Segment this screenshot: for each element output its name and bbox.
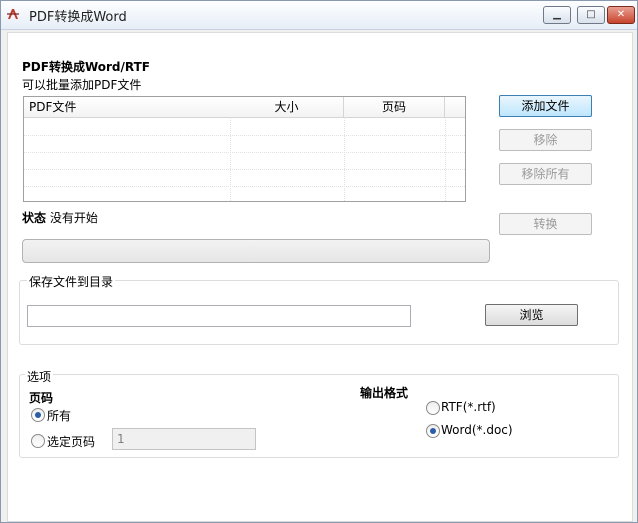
close-icon: ✕: [616, 9, 626, 20]
all-pages-radio[interactable]: [31, 408, 45, 422]
all-pages-label: 所有: [47, 409, 72, 423]
selected-pages-radio[interactable]: [31, 434, 45, 448]
pages-label: 页码: [29, 391, 54, 405]
rtf-format-radio[interactable]: [426, 401, 440, 415]
grid-line: [24, 135, 465, 136]
page-title: PDF转换成Word/RTF: [22, 60, 150, 74]
doc-format-radio[interactable]: [426, 424, 440, 438]
grid-line: [344, 117, 345, 201]
page-subtitle: 可以批量添加PDF文件: [22, 78, 142, 92]
grid-line: [24, 152, 465, 153]
column-header-pages[interactable]: 页码: [344, 97, 445, 118]
minimize-icon: ▁: [553, 9, 561, 20]
convert-button[interactable]: 转换: [499, 213, 592, 235]
radio-selected-dot: [35, 412, 41, 418]
file-list[interactable]: PDF文件 大小 页码: [23, 96, 466, 202]
save-folder-label: 保存文件到目录: [27, 273, 116, 290]
doc-format-label: Word(*.doc): [441, 423, 513, 437]
app-window: PDF转换成Word ▁ □ ✕ PDF转换成Word/RTF 可以批量添加PD…: [0, 0, 638, 523]
app-logo-icon: [7, 9, 19, 19]
status-value: 没有开始: [49, 211, 98, 225]
maximize-button[interactable]: □: [577, 6, 605, 24]
options-label: 选项: [25, 368, 54, 385]
column-header-size[interactable]: 大小: [230, 97, 344, 118]
radio-selected-dot: [430, 428, 436, 434]
add-file-button[interactable]: 添加文件: [499, 95, 592, 117]
column-header-filler: [445, 97, 465, 118]
column-header-pdf[interactable]: PDF文件: [24, 97, 231, 118]
maximize-icon: □: [586, 9, 596, 20]
save-path-field[interactable]: [27, 305, 411, 327]
remove-button[interactable]: 移除: [499, 129, 592, 151]
rtf-format-label: RTF(*.rtf): [441, 400, 496, 414]
progress-bar: [22, 239, 490, 263]
status-line: 状态 没有开始: [22, 209, 98, 226]
window-title: PDF转换成Word: [29, 10, 127, 25]
grid-line: [230, 117, 231, 201]
output-format-label: 输出格式: [360, 386, 409, 400]
grid-line: [445, 117, 446, 201]
close-button[interactable]: ✕: [607, 6, 635, 24]
remove-all-button[interactable]: 移除所有: [499, 163, 592, 185]
page-range-field[interactable]: 1: [112, 428, 256, 450]
options-group: [19, 374, 619, 458]
title-bar[interactable]: PDF转换成Word ▁ □ ✕: [1, 1, 637, 30]
browse-button[interactable]: 浏览: [485, 304, 578, 326]
minimize-button[interactable]: ▁: [543, 6, 571, 24]
status-label: 状态: [22, 211, 47, 225]
grid-line: [24, 169, 465, 170]
main-panel: PDF转换成Word/RTF 可以批量添加PDF文件 PDF文件 大小 页码 添…: [7, 32, 633, 522]
selected-pages-label: 选定页码: [47, 435, 96, 449]
grid-line: [24, 186, 465, 187]
